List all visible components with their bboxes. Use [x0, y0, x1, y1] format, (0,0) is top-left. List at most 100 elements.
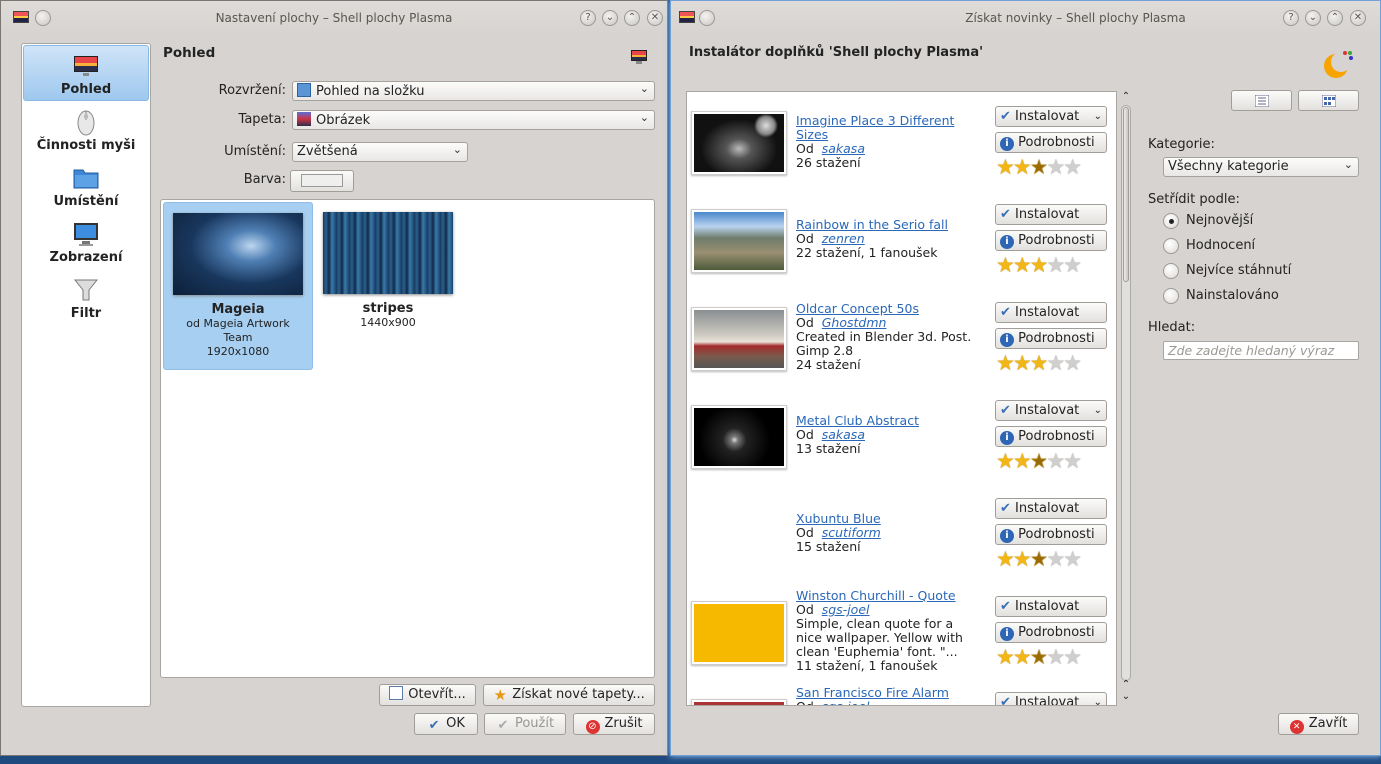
- details-button[interactable]: i Podrobnosti: [995, 230, 1107, 251]
- list-item[interactable]: Rainbow in the Serio fall Od zenren 22 sta…: [687, 192, 1116, 290]
- right-titlebar[interactable]: Získat novinky – Shell plochy Plasma ? ⌄…: [671, 1, 1380, 35]
- chevron-down-icon[interactable]: ⌄: [1094, 693, 1102, 705]
- addon-author-link[interactable]: zenren: [822, 231, 865, 246]
- details-button[interactable]: i Podrobnosti: [995, 622, 1107, 643]
- addon-title-link[interactable]: Winston Churchill - Quote: [796, 588, 956, 603]
- search-input[interactable]: Zde zadejte hledaný výraz: [1163, 341, 1359, 360]
- close-icon[interactable]: ✕: [647, 10, 663, 26]
- addon-author-link[interactable]: Ghostdmn: [822, 315, 887, 330]
- chevron-down-icon[interactable]: ⌄: [1094, 401, 1102, 420]
- details-button[interactable]: i Podrobnosti: [995, 426, 1107, 447]
- sort-radio-downloads[interactable]: [1163, 263, 1179, 279]
- scroll-up-lower-icon[interactable]: ⌃: [1119, 680, 1133, 691]
- mouse-icon: [77, 110, 95, 136]
- install-button[interactable]: ✔ Instalovat: [995, 498, 1107, 519]
- list-item[interactable]: Xubuntu Blue Od scutiform 15 stažení ✔ Ins…: [687, 486, 1116, 584]
- position-combo[interactable]: Zvětšená ⌄: [292, 142, 468, 162]
- cancel-button[interactable]: ⊘ Zrušit: [573, 713, 655, 735]
- addon-author-link[interactable]: scutiform: [822, 525, 881, 540]
- open-button[interactable]: Otevřít...: [379, 684, 476, 706]
- addon-author-link[interactable]: sakasa: [822, 141, 865, 156]
- detail-view-button[interactable]: [1231, 90, 1292, 111]
- sidebar-item-pohled[interactable]: Pohled: [23, 45, 149, 101]
- details-label: Podrobnosti: [1018, 331, 1095, 346]
- addon-author-link[interactable]: sgs-joel: [822, 699, 870, 706]
- help-icon[interactable]: ?: [580, 10, 596, 26]
- window-app-icon[interactable]: [679, 11, 695, 23]
- get-new-wallpapers-button[interactable]: ★ Získat nové tapety...: [483, 684, 655, 706]
- sidebar-item-filter[interactable]: Filtr: [22, 270, 150, 326]
- list-scrollbar[interactable]: ⌃ ⌃ ⌄: [1119, 92, 1133, 705]
- wallpaper-card-mageia[interactable]: Mageia od Mageia Artwork Team 1920x1080: [163, 202, 313, 370]
- details-button[interactable]: i Podrobnosti: [995, 328, 1107, 349]
- list-item[interactable]: San Francisco Fire AlarmOd sgs-joel ✔ In…: [687, 682, 1116, 706]
- details-button[interactable]: i Podrobnosti: [995, 524, 1107, 545]
- window-menu-icon[interactable]: [699, 10, 715, 26]
- sidebar-item-mouse-actions[interactable]: Činnosti myši: [22, 102, 150, 158]
- layout-combo[interactable]: Pohled na složku ⌄: [292, 81, 655, 101]
- ok-button[interactable]: ✔ OK: [414, 713, 478, 735]
- addon-author-link[interactable]: sakasa: [822, 427, 865, 442]
- rating-stars[interactable]: ★★★★★: [996, 548, 1082, 570]
- grid-view-icon: [1321, 94, 1336, 108]
- help-icon[interactable]: ?: [1283, 10, 1299, 26]
- install-label: Instalovat: [1015, 403, 1080, 418]
- scroll-track[interactable]: [1121, 105, 1131, 681]
- minimize-icon[interactable]: ⌄: [602, 10, 618, 26]
- list-item[interactable]: Imagine Place 3 Different Sizes Od sakasa…: [687, 94, 1116, 192]
- color-button[interactable]: [290, 170, 354, 192]
- install-button[interactable]: ✔ Instalovat ⌄: [995, 400, 1107, 421]
- rating-stars[interactable]: ★★★★★: [996, 156, 1082, 178]
- maximize-icon[interactable]: ⌃: [1327, 10, 1343, 26]
- addon-thumbnail[interactable]: [691, 307, 787, 371]
- install-button[interactable]: ✔ Instalovat: [995, 596, 1107, 617]
- apply-button[interactable]: ✔ Použít: [484, 713, 566, 735]
- install-button[interactable]: ✔ Instalovat ⌄: [995, 106, 1107, 127]
- install-button[interactable]: ✔ Instalovat: [995, 302, 1107, 323]
- scroll-up-icon[interactable]: ⌃: [1119, 92, 1133, 103]
- sidebar-item-location[interactable]: Umístění: [22, 158, 150, 214]
- wallpaper-card-stripes[interactable]: stripes 1440x900: [313, 202, 463, 370]
- addon-author-link[interactable]: sgs-joel: [822, 602, 870, 617]
- list-item[interactable]: Oldcar Concept 50s Od Ghostdmn Created in …: [687, 290, 1116, 388]
- install-button[interactable]: ✔ Instalovat: [995, 204, 1107, 225]
- sort-radio-rating[interactable]: [1163, 238, 1179, 254]
- category-combo[interactable]: Všechny kategorie ⌄: [1163, 157, 1359, 177]
- rating-stars[interactable]: ★★★★★: [996, 450, 1082, 472]
- scroll-thumb[interactable]: [1123, 107, 1129, 282]
- scroll-down-icon[interactable]: ⌄: [1119, 692, 1133, 703]
- addon-by: Od: [796, 427, 814, 442]
- addon-thumbnail[interactable]: [691, 699, 787, 705]
- addon-title-link[interactable]: Imagine Place 3 Different Sizes: [796, 113, 954, 142]
- chevron-down-icon[interactable]: ⌄: [1094, 107, 1102, 126]
- rating-stars[interactable]: ★★★★★: [996, 254, 1082, 276]
- wallpaper-value: Obrázek: [316, 113, 371, 128]
- list-item[interactable]: Metal Club Abstract Od sakasa 13 stažení ✔…: [687, 388, 1116, 486]
- close-icon[interactable]: ✕: [1350, 10, 1366, 26]
- close-button[interactable]: ✕ Zavřít: [1278, 713, 1359, 735]
- addon-thumbnail[interactable]: [691, 111, 787, 175]
- addon-thumbnail[interactable]: [691, 405, 787, 469]
- rating-stars[interactable]: ★★★★★: [996, 646, 1082, 668]
- install-button[interactable]: ✔ Instalovat ⌄: [995, 692, 1107, 705]
- addon-title-link[interactable]: Oldcar Concept 50s: [796, 301, 919, 316]
- sort-radio-newest[interactable]: [1163, 213, 1179, 229]
- addon-title-link[interactable]: Xubuntu Blue: [796, 511, 881, 526]
- addon-title-link[interactable]: San Francisco Fire Alarm: [796, 685, 949, 700]
- sidebar-item-display[interactable]: Zobrazení: [22, 214, 150, 270]
- left-titlebar[interactable]: Nastavení plochy – Shell plochy Plasma ?…: [1, 1, 667, 35]
- rating-stars[interactable]: ★★★★★: [996, 352, 1082, 374]
- maximize-icon[interactable]: ⌃: [624, 10, 640, 26]
- addon-thumbnail[interactable]: [691, 209, 787, 273]
- addon-title-link[interactable]: Rainbow in the Serio fall: [796, 217, 948, 232]
- details-button[interactable]: i Podrobnosti: [995, 132, 1107, 153]
- addon-title-link[interactable]: Metal Club Abstract: [796, 413, 919, 428]
- sidebar-item-label: Zobrazení: [49, 250, 123, 265]
- icon-view-button[interactable]: [1298, 90, 1359, 111]
- addon-thumbnail[interactable]: [691, 601, 787, 665]
- list-item[interactable]: Winston Churchill - Quote Od sgs-joel Simp…: [687, 584, 1116, 682]
- wallpaper-size: 1920x1080: [206, 345, 270, 358]
- minimize-icon[interactable]: ⌄: [1305, 10, 1321, 26]
- sort-radio-installed[interactable]: [1163, 288, 1179, 304]
- wallpaper-combo[interactable]: Obrázek ⌄: [292, 110, 655, 130]
